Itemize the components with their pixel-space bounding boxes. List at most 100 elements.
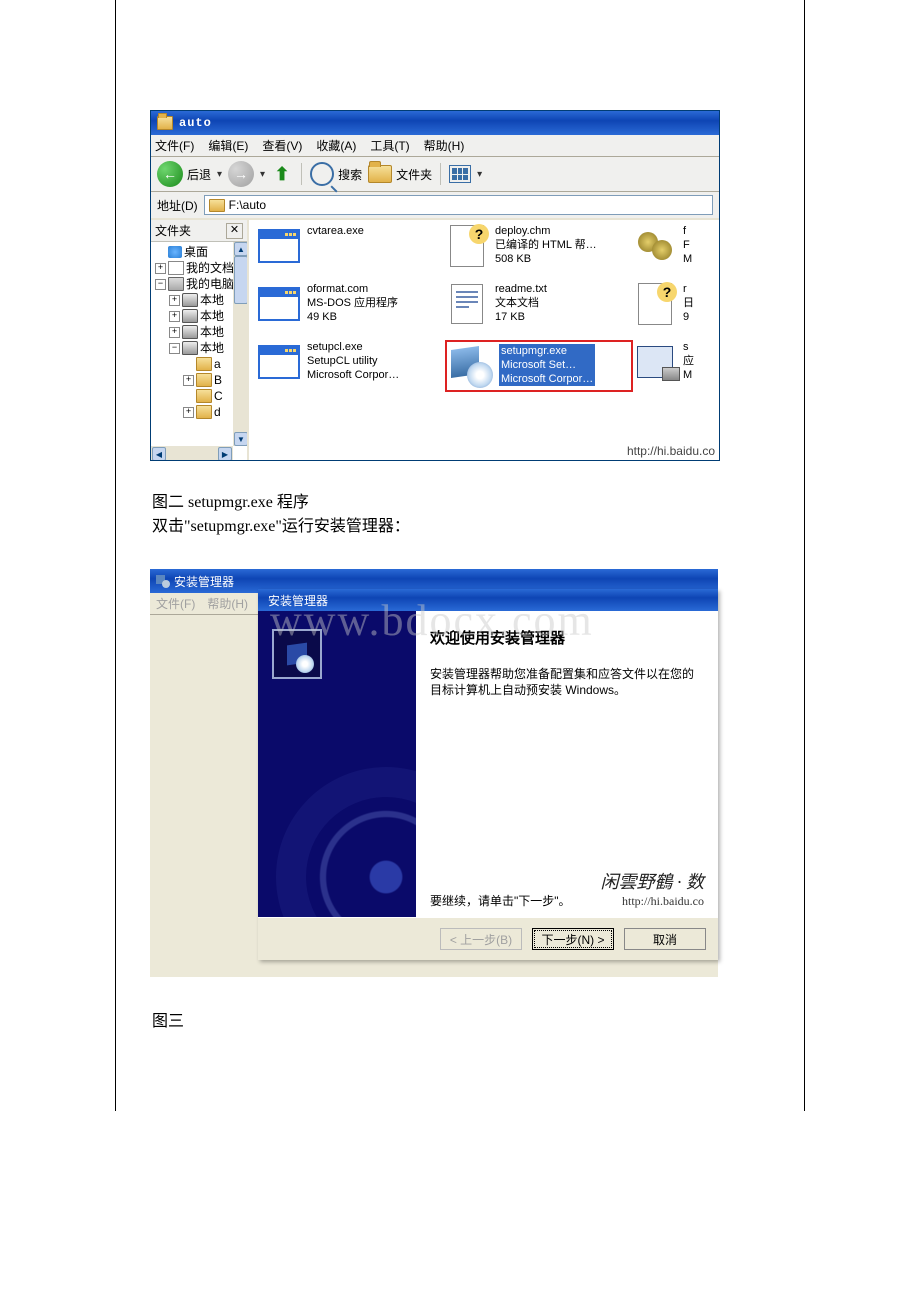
explorer-toolbar: ← 后退 ▾ → ▾ ⬆ 搜索: [151, 157, 719, 192]
file-item-setupcl[interactable]: setupcl.exe SetupCL utility Microsoft Co…: [257, 340, 445, 392]
search-icon: [310, 162, 334, 186]
views-icon: [449, 165, 471, 183]
chm-icon: [638, 283, 672, 325]
explorer-window: auto 文件(F) 编辑(E) 查看(V) 收藏(A) 工具(T) 帮助(H)…: [150, 110, 720, 461]
tree-folder-b[interactable]: B: [214, 372, 222, 388]
tree-mycomputer[interactable]: 我的电脑: [186, 276, 234, 292]
collapse-icon[interactable]: −: [169, 343, 180, 354]
file-type: 已编译的 HTML 帮…: [495, 238, 597, 252]
scroll-thumb[interactable]: [234, 256, 247, 304]
wizard-button-row: < 上一步(B) 下一步(N) > 取消: [258, 917, 718, 960]
explorer-titlebar[interactable]: auto: [151, 111, 719, 135]
horizontal-scrollbar[interactable]: ◀ ▶: [151, 446, 233, 460]
tree-local-4[interactable]: 本地: [200, 340, 224, 356]
setupmgr-background-window: 安装管理器 文件(F) 帮助(H) www.bdocx.com 安装管理器: [150, 569, 718, 977]
views-button[interactable]: ▾: [449, 165, 482, 183]
file-name: deploy.chm: [495, 224, 597, 238]
folders-icon: [368, 165, 392, 183]
expand-icon[interactable]: +: [183, 375, 194, 386]
back-button[interactable]: ← 后退 ▾: [157, 161, 222, 187]
file-item-setupmgr-selected[interactable]: setupmgr.exe Microsoft Set… Microsoft Co…: [445, 340, 633, 392]
next-button[interactable]: 下一步(N) >: [532, 928, 614, 950]
file-item-oformat[interactable]: oformat.com MS-DOS 应用程序 49 KB: [257, 282, 445, 326]
scroll-down-icon[interactable]: ▼: [234, 432, 247, 446]
dropdown-icon[interactable]: ▾: [475, 169, 482, 180]
file-item-partial[interactable]: f F M: [633, 224, 709, 268]
forward-icon: →: [228, 161, 254, 187]
exe-icon: [258, 287, 300, 321]
folders-label: 文件夹: [396, 166, 432, 183]
tree-local-1[interactable]: 本地: [200, 292, 224, 308]
tree-folder-d[interactable]: d: [214, 404, 221, 420]
scroll-up-icon[interactable]: ▲: [234, 242, 247, 256]
folder-tree[interactable]: 桌面 + 我的文档 − 我的电脑 + 本地 + 本地 + 本地 − 本地 a + B C + d: [151, 242, 247, 460]
wizard-big-icon: [272, 629, 322, 679]
tree-local-2[interactable]: 本地: [200, 308, 224, 324]
tree-folder-c[interactable]: C: [214, 388, 223, 404]
back-icon: ←: [157, 161, 183, 187]
files-pane[interactable]: cvtarea.exe deploy.chm 已编译的 HTML 帮… 508 …: [249, 220, 719, 460]
expand-icon[interactable]: +: [169, 327, 180, 338]
forward-button[interactable]: → ▾: [228, 161, 265, 187]
bg-menu-file: 文件(F): [156, 595, 195, 612]
tree-desktop[interactable]: 桌面: [184, 244, 208, 260]
tree-mydocs[interactable]: 我的文档: [186, 260, 234, 276]
collapse-icon[interactable]: −: [155, 279, 166, 290]
caption-instruction: 双击"setupmgr.exe"运行安装管理器：: [152, 515, 804, 539]
computer-icon: [637, 346, 673, 378]
menu-view[interactable]: 查看(V): [262, 137, 302, 154]
back-label: 后退: [187, 166, 211, 183]
file-name: setupmgr.exe: [501, 344, 593, 358]
up-button[interactable]: ⬆: [271, 163, 293, 185]
search-button[interactable]: 搜索: [310, 162, 362, 186]
menu-help[interactable]: 帮助(H): [424, 137, 465, 154]
expand-icon[interactable]: +: [183, 407, 194, 418]
file-item-deploy[interactable]: deploy.chm 已编译的 HTML 帮… 508 KB: [445, 224, 633, 268]
file-size: 508 KB: [495, 252, 597, 266]
address-path: F:\auto: [229, 198, 266, 212]
file-size: Microsoft Corpor…: [307, 368, 399, 382]
file-item-partial[interactable]: r 日 9: [633, 282, 709, 326]
file-name: readme.txt: [495, 282, 547, 296]
expand-icon[interactable]: +: [169, 311, 180, 322]
scroll-left-icon[interactable]: ◀: [152, 447, 166, 460]
bg-window-title: 安装管理器: [174, 573, 234, 590]
file-type: Microsoft Set…: [501, 358, 593, 372]
tree-folder-a[interactable]: a: [214, 356, 221, 372]
file-item-cvtarea[interactable]: cvtarea.exe: [257, 224, 445, 268]
scroll-right-icon[interactable]: ▶: [218, 447, 232, 460]
file-item-partial[interactable]: s 应 M: [633, 340, 709, 392]
folder-icon: [196, 389, 212, 403]
menu-file[interactable]: 文件(F): [155, 137, 194, 154]
folder-icon: [209, 199, 225, 212]
vertical-scrollbar[interactable]: ▲ ▼: [233, 242, 247, 446]
file-type: 应: [683, 354, 694, 368]
wizard-titlebar[interactable]: 安装管理器: [258, 589, 718, 611]
address-input[interactable]: F:\auto: [204, 195, 713, 215]
file-vendor: Microsoft Corpor…: [501, 372, 593, 386]
folders-button[interactable]: 文件夹: [368, 165, 432, 183]
caption-figure-3: 图三: [116, 977, 804, 1031]
wizard-continue-text: 要继续，请单击"下一步"。: [430, 892, 571, 909]
explorer-menubar: 文件(F) 编辑(E) 查看(V) 收藏(A) 工具(T) 帮助(H): [151, 135, 719, 157]
gear-icon: [638, 232, 672, 260]
drive-icon: [182, 325, 198, 339]
expand-icon[interactable]: +: [169, 295, 180, 306]
cancel-button[interactable]: 取消: [624, 928, 706, 950]
computer-icon: [168, 277, 184, 291]
file-name: r: [683, 282, 694, 296]
dropdown-icon[interactable]: ▾: [215, 169, 222, 180]
folder-icon: [196, 373, 212, 387]
file-item-readme[interactable]: readme.txt 文本文档 17 KB: [445, 282, 633, 326]
menu-edit[interactable]: 编辑(E): [208, 137, 248, 154]
expand-icon[interactable]: +: [155, 263, 166, 274]
file-type: SetupCL utility: [307, 354, 399, 368]
close-icon[interactable]: ✕: [226, 223, 243, 239]
tree-local-3[interactable]: 本地: [200, 324, 224, 340]
folder-icon: [157, 116, 173, 130]
menu-favorites[interactable]: 收藏(A): [316, 137, 356, 154]
file-name: f: [683, 224, 692, 238]
dropdown-icon[interactable]: ▾: [258, 169, 265, 180]
menu-tools[interactable]: 工具(T): [370, 137, 409, 154]
wizard-window: 安装管理器 欢迎使用安装管理器 安装管理器帮助您准备配置集和应答文件以在您的目标…: [258, 589, 718, 960]
